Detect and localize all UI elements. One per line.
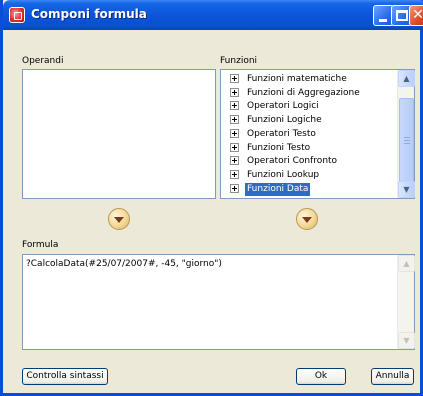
tree-item-label: Funzioni Testo [247, 142, 311, 153]
tree-item[interactable]: Operatori Confronto [230, 155, 339, 168]
scroll-thumb[interactable] [399, 98, 414, 184]
add-operando-button[interactable] [108, 208, 130, 230]
app-icon [9, 7, 25, 23]
add-funzione-button[interactable] [296, 208, 318, 230]
tree-item[interactable]: Funzioni matematiche [230, 73, 349, 86]
tree-item-label: Funzioni Lookup [247, 169, 320, 180]
tree-item[interactable]: Funzioni Testo [230, 142, 312, 155]
formula-scrollbar[interactable]: ▲ ▼ [397, 255, 415, 349]
funzioni-scrollbar[interactable]: ▲ ▼ [397, 70, 415, 198]
tree-item-label: Operatori Testo [247, 128, 316, 139]
expand-plus-icon[interactable] [230, 101, 239, 111]
cancel-button[interactable]: Annulla [371, 368, 414, 385]
expand-plus-icon[interactable] [230, 87, 239, 97]
tree-item-label: Operatori Logici [247, 101, 319, 112]
expand-plus-icon[interactable] [230, 169, 239, 179]
minimize-icon [379, 19, 387, 22]
formula-textarea[interactable]: ?CalcolaData(#25/07/2007#, -45, "giorno"… [22, 254, 415, 350]
expand-plus-icon[interactable] [230, 142, 239, 152]
expand-plus-icon[interactable] [230, 156, 239, 166]
formula-text: ?CalcolaData(#25/07/2007#, -45, "giorno"… [26, 259, 222, 269]
window-title: Componi formula [31, 7, 147, 21]
formula-label: Formula [22, 240, 59, 250]
tree-item[interactable]: Funzioni Data [230, 182, 311, 196]
tree-item-label: Funzioni di Aggregazione [247, 87, 360, 98]
close-button[interactable]: ✕ [409, 5, 423, 26]
expand-plus-icon[interactable] [230, 128, 239, 138]
funzioni-tree[interactable]: Funzioni matematiche Funzioni di Aggregaz… [220, 69, 415, 199]
scroll-up-icon[interactable]: ▲ [398, 70, 415, 87]
tree-item[interactable]: Operatori Logici [230, 100, 321, 113]
ok-button[interactable]: Ok [296, 368, 346, 385]
expand-plus-icon[interactable] [230, 183, 239, 193]
tree-item-label: Operatori Confronto [247, 156, 338, 167]
operandi-label: Operandi [22, 56, 64, 66]
title-bar[interactable]: Componi formula ✕ [3, 0, 423, 30]
tree-item[interactable]: Operatori Testo [230, 128, 318, 141]
tree-item[interactable]: Funzioni Lookup [230, 169, 321, 182]
close-icon: ✕ [412, 7, 423, 23]
maximize-icon [396, 10, 408, 21]
tree-item-label: Funzioni Data [245, 182, 311, 196]
arrow-down-icon [114, 217, 124, 223]
scroll-down-icon[interactable]: ▼ [398, 181, 415, 198]
scroll-down-icon[interactable]: ▼ [398, 332, 415, 349]
expand-plus-icon[interactable] [230, 115, 239, 125]
arrow-down-icon [302, 217, 312, 223]
expand-plus-icon[interactable] [230, 74, 239, 83]
funzioni-label: Funzioni [220, 56, 258, 66]
tree-item-label: Funzioni Logiche [247, 115, 322, 126]
check-syntax-button[interactable]: Controlla sintassi [22, 368, 108, 385]
tree-item-label: Funzioni matematiche [247, 74, 347, 84]
scroll-up-icon[interactable]: ▲ [398, 255, 415, 272]
tree-item[interactable]: Funzioni di Aggregazione [230, 87, 362, 100]
tree-item[interactable]: Funzioni Logiche [230, 114, 324, 127]
operandi-list[interactable] [22, 69, 216, 199]
